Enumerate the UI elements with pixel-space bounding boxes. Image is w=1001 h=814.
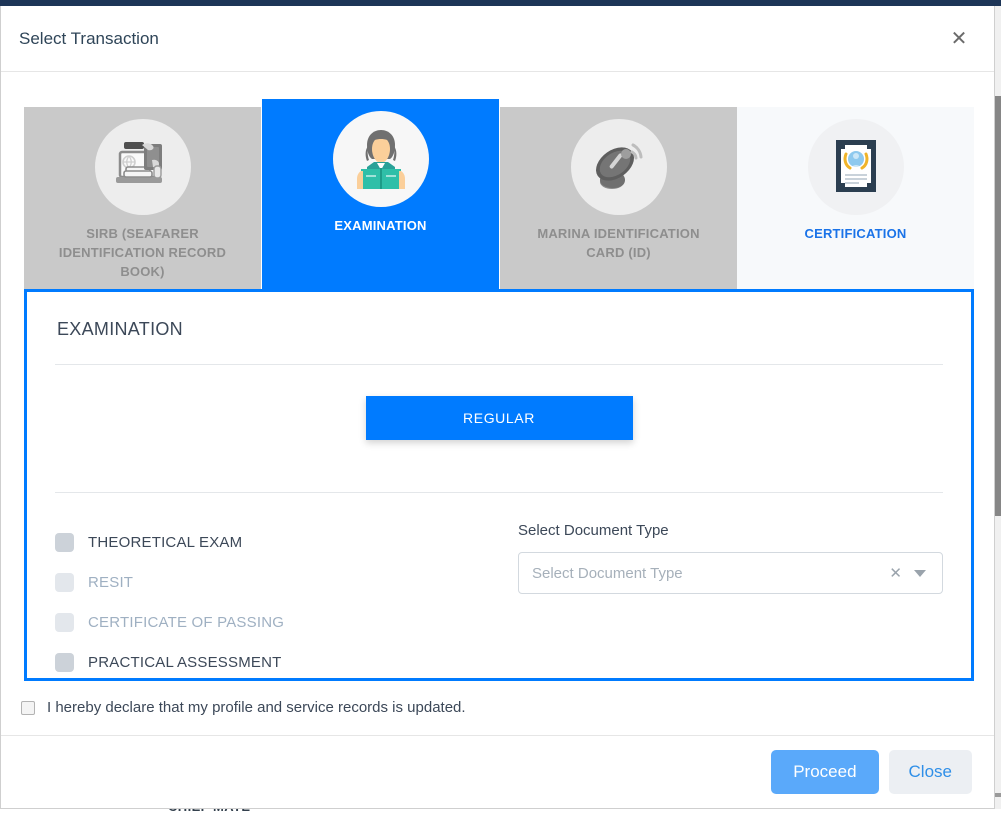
student-reading-book-icon bbox=[333, 111, 429, 207]
exam-type-checkbox-list: THEORETICAL EXAM RESIT CERTIFICATE OF PA… bbox=[55, 522, 510, 682]
satellite-dish-icon bbox=[571, 119, 667, 215]
tab-marina-id-label: MARINA IDENTIFICATION CARD (ID) bbox=[524, 225, 714, 263]
panel-heading: EXAMINATION bbox=[55, 292, 943, 340]
close-button[interactable]: Close bbox=[889, 750, 972, 794]
tab-sirb-label: SIRB (SEAFARER IDENTIFICATION RECORD BOO… bbox=[48, 225, 238, 282]
page-scrollbar-thumb[interactable] bbox=[994, 96, 1001, 516]
document-type-placeholder: Select Document Type bbox=[532, 565, 881, 582]
page-scrollbar-track[interactable] bbox=[994, 6, 1001, 809]
checkbox-box-icon[interactable] bbox=[55, 533, 74, 552]
modal-footer: Proceed Close bbox=[1, 735, 994, 808]
declaration-checkbox[interactable] bbox=[21, 701, 35, 715]
regular-button[interactable]: REGULAR bbox=[366, 396, 633, 440]
checkbox-practical-assessment[interactable]: PRACTICAL ASSESSMENT bbox=[55, 642, 510, 682]
modal-body: SIRB (SEAFARER IDENTIFICATION RECORD BOO… bbox=[1, 72, 994, 735]
tab-certification-label: CERTIFICATION bbox=[804, 225, 906, 244]
declaration-text: I hereby declare that my profile and ser… bbox=[47, 699, 466, 716]
checkbox-resit-label: RESIT bbox=[88, 574, 133, 591]
checkbox-theoretical-exam[interactable]: THEORETICAL EXAM bbox=[55, 522, 510, 562]
document-type-select[interactable]: Select Document Type ✕ bbox=[518, 552, 943, 594]
modal-title: Select Transaction bbox=[19, 29, 946, 49]
chevron-down-icon[interactable] bbox=[914, 570, 926, 577]
select-transaction-modal: Select Transaction ✕ bbox=[0, 6, 995, 809]
close-icon[interactable]: ✕ bbox=[946, 26, 972, 52]
declaration-row[interactable]: I hereby declare that my profile and ser… bbox=[1, 681, 994, 716]
document-type-label: Select Document Type bbox=[518, 522, 943, 539]
checkbox-certificate-of-passing[interactable]: CERTIFICATE OF PASSING bbox=[55, 602, 510, 642]
checkbox-resit[interactable]: RESIT bbox=[55, 562, 510, 602]
record-book-laptop-icon bbox=[95, 119, 191, 215]
checkbox-box-icon[interactable] bbox=[55, 613, 74, 632]
tab-sirb[interactable]: SIRB (SEAFARER IDENTIFICATION RECORD BOO… bbox=[24, 107, 261, 289]
checkbox-box-icon[interactable] bbox=[55, 573, 74, 592]
tab-examination-label: EXAMINATION bbox=[334, 217, 426, 236]
tab-marina-id[interactable]: MARINA IDENTIFICATION CARD (ID) bbox=[500, 107, 737, 289]
panel-options: THEORETICAL EXAM RESIT CERTIFICATE OF PA… bbox=[55, 493, 943, 682]
regular-button-row: REGULAR bbox=[55, 365, 943, 468]
checkbox-certificate-of-passing-label: CERTIFICATE OF PASSING bbox=[88, 614, 284, 631]
checkbox-box-icon[interactable] bbox=[55, 653, 74, 672]
document-type-field: Select Document Type Select Document Typ… bbox=[510, 522, 943, 682]
clear-x-icon[interactable]: ✕ bbox=[881, 566, 910, 581]
proceed-button[interactable]: Proceed bbox=[771, 750, 878, 794]
examination-panel: EXAMINATION REGULAR THEORETICAL EXAM RES… bbox=[24, 289, 974, 681]
tab-examination[interactable]: EXAMINATION bbox=[262, 99, 499, 289]
checkbox-theoretical-exam-label: THEORETICAL EXAM bbox=[88, 534, 242, 551]
modal-header: Select Transaction ✕ bbox=[1, 6, 994, 72]
checkbox-practical-assessment-label: PRACTICAL ASSESSMENT bbox=[88, 654, 282, 671]
transaction-type-tabs: SIRB (SEAFARER IDENTIFICATION RECORD BOO… bbox=[24, 99, 974, 289]
certificate-icon bbox=[808, 119, 904, 215]
tab-certification[interactable]: CERTIFICATION bbox=[737, 107, 974, 289]
